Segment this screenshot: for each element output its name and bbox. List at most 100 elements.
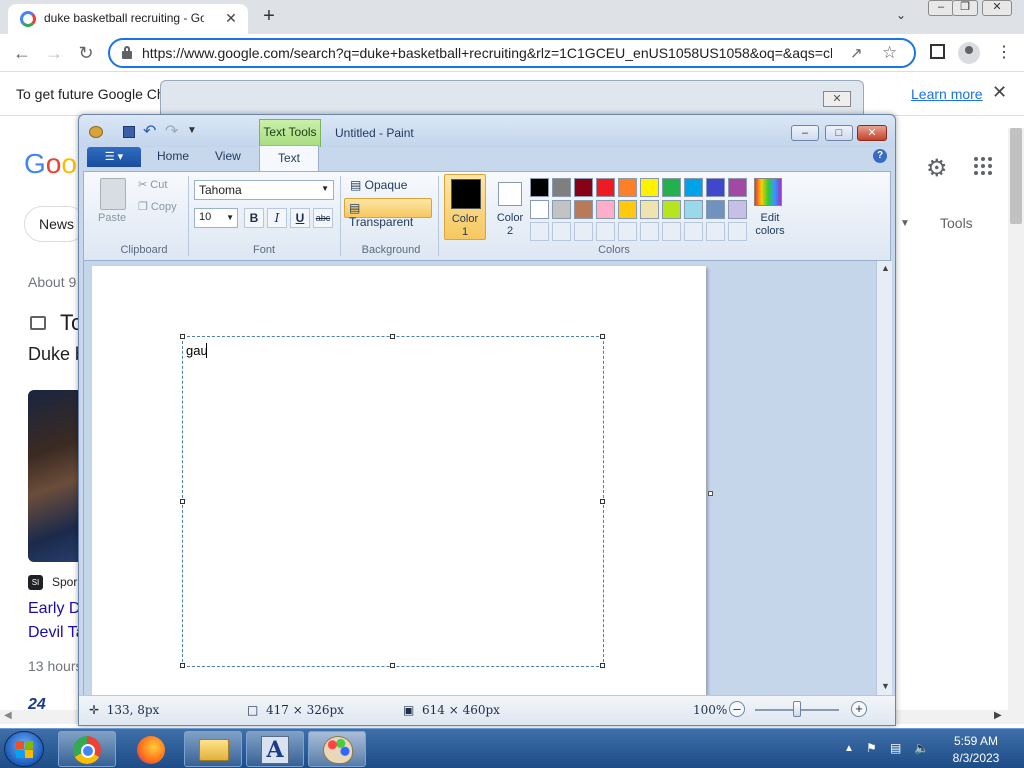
- resize-handle[interactable]: [180, 334, 185, 339]
- paint-close-button[interactable]: ✕: [857, 125, 887, 141]
- taskbar-paint[interactable]: [308, 731, 366, 767]
- palette-swatch[interactable]: [640, 200, 659, 219]
- resize-handle[interactable]: [600, 499, 605, 504]
- save-disk-icon[interactable]: [123, 126, 135, 138]
- taskbar-fonts[interactable]: A: [246, 731, 304, 767]
- restore-button[interactable]: ❐: [952, 0, 978, 16]
- color-1-button[interactable]: Color 1: [444, 174, 486, 240]
- palette-swatch[interactable]: [684, 178, 703, 197]
- clock-time[interactable]: 5:59 AM: [946, 734, 1006, 748]
- undo-icon[interactable]: ↶: [143, 121, 156, 141]
- back-arrow-icon[interactable]: ←: [10, 42, 34, 64]
- paste-clipboard-icon[interactable]: [100, 178, 126, 210]
- lock-icon[interactable]: [122, 46, 132, 59]
- start-button[interactable]: [4, 731, 44, 767]
- resize-handle[interactable]: [180, 499, 185, 504]
- underline-button[interactable]: U: [290, 208, 310, 228]
- palette-swatch[interactable]: [574, 178, 593, 197]
- palette-swatch[interactable]: [596, 178, 615, 197]
- custom-color-slot[interactable]: [728, 222, 747, 241]
- drawing-canvas[interactable]: gau: [92, 266, 706, 696]
- clock-date[interactable]: 8/3/2023: [946, 751, 1006, 765]
- tab-search-chevron-icon[interactable]: ⌄: [896, 8, 906, 22]
- color-2-button[interactable]: [498, 182, 522, 206]
- news-filter-chip[interactable]: News: [24, 206, 86, 242]
- resize-handle[interactable]: [390, 334, 395, 339]
- browser-tab[interactable]: duke basketball recruiting - Goog ✕: [8, 4, 248, 34]
- volume-muted-icon[interactable]: 🔈: [914, 741, 930, 755]
- tab-view[interactable]: View: [215, 149, 241, 163]
- palette-swatch[interactable]: [530, 178, 549, 197]
- profile-avatar-icon[interactable]: [958, 42, 980, 64]
- custom-color-slot[interactable]: [706, 222, 725, 241]
- custom-color-slot[interactable]: [596, 222, 615, 241]
- forward-arrow-icon[interactable]: →: [42, 42, 66, 64]
- paint-title-bar[interactable]: ↶ ↷ ▼ Text Tools Untitled - Paint – □ ✕: [79, 115, 895, 147]
- palette-swatch[interactable]: [706, 200, 725, 219]
- learn-more-link[interactable]: Learn more: [911, 86, 983, 102]
- palette-swatch[interactable]: [618, 178, 637, 197]
- palette-swatch[interactable]: [618, 200, 637, 219]
- palette-swatch[interactable]: [552, 200, 571, 219]
- page-scroll-thumb[interactable]: [1010, 128, 1022, 224]
- custom-color-slot[interactable]: [684, 222, 703, 241]
- bookmark-star-icon[interactable]: ☆: [882, 43, 897, 63]
- taskbar-file-explorer[interactable]: [184, 731, 242, 767]
- scroll-left-arrow-icon[interactable]: ◀: [4, 710, 12, 721]
- taskbar-firefox[interactable]: [122, 731, 180, 767]
- share-icon[interactable]: ↗: [850, 44, 863, 62]
- palette-swatch[interactable]: [662, 200, 681, 219]
- custom-color-slot[interactable]: [530, 222, 549, 241]
- scroll-up-arrow-icon[interactable]: ▲: [881, 263, 890, 273]
- cut-button[interactable]: ✂ Cut: [138, 178, 167, 191]
- reload-icon[interactable]: ↻: [74, 42, 98, 64]
- filter-dropdown-caret-icon[interactable]: ▼: [900, 218, 910, 229]
- zoom-out-button[interactable]: –: [729, 701, 745, 717]
- background-dialog-close-button[interactable]: ✕: [823, 91, 851, 107]
- side-panel-icon[interactable]: [930, 44, 945, 59]
- transparent-button[interactable]: ▤ Transparent: [344, 198, 432, 229]
- google-apps-icon[interactable]: [974, 157, 992, 175]
- google-logo[interactable]: Goo: [24, 148, 77, 180]
- custom-color-slot[interactable]: [574, 222, 593, 241]
- resize-handle[interactable]: [180, 663, 185, 668]
- redo-icon[interactable]: ↷: [165, 121, 178, 141]
- network-icon[interactable]: ▤: [890, 741, 906, 755]
- tab-text[interactable]: Text: [259, 145, 319, 171]
- palette-swatch[interactable]: [662, 178, 681, 197]
- paint-maximize-button[interactable]: □: [825, 125, 853, 141]
- resize-handle[interactable]: [600, 663, 605, 668]
- palette-swatch[interactable]: [728, 178, 747, 197]
- palette-swatch[interactable]: [684, 200, 703, 219]
- zoom-slider-thumb[interactable]: [793, 701, 801, 717]
- news-headline-line-2[interactable]: Devil Ta: [28, 624, 85, 642]
- scroll-down-arrow-icon[interactable]: ▼: [881, 681, 890, 691]
- quick-access-dropdown-icon[interactable]: ▼: [187, 125, 197, 136]
- italic-button[interactable]: I: [267, 208, 287, 228]
- palette-swatch[interactable]: [728, 200, 747, 219]
- palette-swatch[interactable]: [640, 178, 659, 197]
- action-center-flag-icon[interactable]: ⚑: [866, 741, 882, 755]
- page-vertical-scrollbar[interactable]: [1008, 128, 1024, 724]
- strikethrough-button[interactable]: abc: [313, 208, 333, 228]
- url-text[interactable]: https://www.google.com/search?q=duke+bas…: [142, 45, 832, 61]
- tab-home[interactable]: Home: [157, 149, 189, 163]
- kebab-menu-icon[interactable]: ⋮: [996, 42, 1012, 62]
- custom-color-slot[interactable]: [662, 222, 681, 241]
- edit-colors-rainbow-icon[interactable]: [754, 178, 782, 206]
- paste-button[interactable]: Paste: [98, 212, 126, 224]
- palette-swatch[interactable]: [706, 178, 725, 197]
- custom-color-slot[interactable]: [618, 222, 637, 241]
- show-hidden-icons-arrow[interactable]: ▲: [844, 743, 854, 754]
- tools-button[interactable]: Tools: [940, 215, 973, 231]
- font-size-dropdown[interactable]: 10 ▼: [194, 208, 238, 228]
- tab-close-icon[interactable]: ✕: [222, 9, 240, 27]
- address-bar[interactable]: https://www.google.com/search?q=duke+bas…: [108, 38, 916, 68]
- minimize-button[interactable]: –: [928, 0, 954, 16]
- palette-swatch[interactable]: [596, 200, 615, 219]
- canvas-typed-text[interactable]: gau: [186, 343, 208, 358]
- custom-color-slot[interactable]: [552, 222, 571, 241]
- zoom-in-button[interactable]: +: [851, 701, 867, 717]
- paint-app-menu-button[interactable]: ☰ ▾: [87, 147, 141, 167]
- paint-palette-icon[interactable]: [89, 126, 103, 138]
